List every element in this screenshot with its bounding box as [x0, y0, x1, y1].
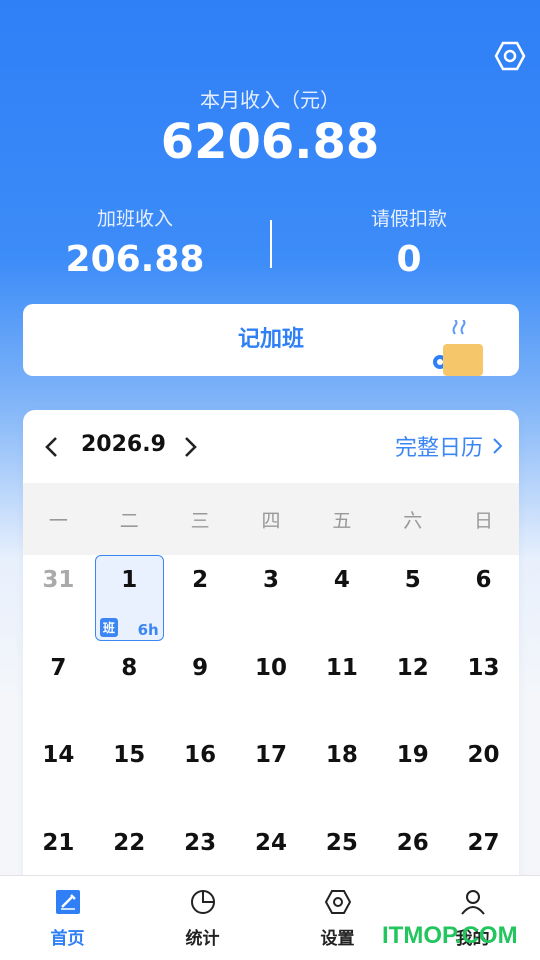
day-number: 11	[325, 654, 358, 681]
tab-home-label: 首页	[50, 929, 85, 949]
calendar-day[interactable]: 8	[94, 643, 165, 731]
day-number: 3	[262, 567, 279, 593]
watermark-text: ITMOP.COM	[382, 922, 518, 949]
calendar-day[interactable]: 14	[23, 730, 94, 818]
edit-icon	[55, 890, 80, 914]
calendar-header: 2026.9 完整日历	[23, 410, 519, 483]
day-number: 27	[467, 829, 500, 856]
full-calendar-label: 完整日历	[394, 436, 483, 461]
chevron-right-icon	[185, 437, 197, 457]
record-overtime-button[interactable]: 记加班	[23, 304, 519, 376]
calendar-month: 2026.9	[81, 432, 166, 457]
weekday-label: 五	[332, 509, 352, 532]
leave-deduction-stat: 请假扣款 0	[274, 204, 540, 280]
day-number: 15	[113, 742, 146, 768]
weekday-label: 日	[474, 509, 494, 532]
next-month-button[interactable]	[175, 432, 205, 462]
hexagon-settings-icon	[494, 41, 526, 71]
day-number: 10	[254, 654, 287, 681]
day-number: 8	[121, 654, 138, 681]
settings-button[interactable]	[492, 38, 528, 74]
calendar-day[interactable]: 6	[448, 555, 519, 643]
weekday-label: 二	[119, 509, 139, 532]
tab-statistics-label: 统计	[185, 929, 220, 949]
day-number: 17	[254, 742, 287, 768]
day-number: 22	[113, 829, 146, 856]
day-number: 24	[254, 829, 287, 856]
day-number: 31	[42, 567, 75, 593]
tab-home[interactable]: 首页	[0, 876, 135, 960]
pie-chart-icon	[190, 890, 215, 914]
calendar-day[interactable]: 15	[94, 730, 165, 818]
calendar-card: 2026.9 完整日历 一二三四五六日 31 1 班 6h 2 3 4 5 6 7 8 9 10 11 12…	[23, 410, 519, 890]
month-income-label: 本月收入（元）	[200, 88, 340, 112]
calendar-day[interactable]: 5	[377, 555, 448, 643]
stat-divider	[270, 220, 272, 268]
hexagon-settings-icon	[324, 890, 351, 914]
calendar-day[interactable]: 11	[306, 643, 377, 731]
calendar-day[interactable]: 1 班 6h	[94, 555, 165, 643]
day-number: 4	[333, 567, 350, 593]
leave-deduction-value: 0	[396, 239, 422, 280]
weekday-label: 三	[190, 509, 210, 532]
weekday-row: 一二三四五六日	[23, 483, 519, 555]
tab-statistics[interactable]: 统计	[135, 876, 270, 960]
day-number: 23	[184, 829, 217, 856]
month-income-value: 6206.88	[160, 114, 380, 170]
overtime-income-stat: 加班收入 206.88	[0, 204, 270, 280]
day-number: 18	[325, 742, 358, 768]
calendar-day[interactable]: 16	[165, 730, 236, 818]
overtime-income-label: 加班收入	[96, 208, 173, 230]
day-number: 21	[42, 829, 75, 856]
calendar-day[interactable]: 9	[165, 643, 236, 731]
day-number: 26	[396, 829, 429, 856]
day-number: 25	[325, 829, 358, 856]
calendar-grid: 31 1 班 6h 2 3 4 5 6 7 8 9 10 11 12 13 14 15 16 17 18 19 20 21 22…	[23, 555, 519, 890]
day-number: 14	[42, 742, 75, 768]
weekday-label: 四	[261, 509, 281, 532]
day-number: 19	[396, 742, 429, 768]
day-number: 7	[50, 654, 67, 681]
prev-month-button[interactable]	[37, 432, 67, 462]
calendar-day[interactable]: 13	[448, 643, 519, 731]
user-icon	[460, 890, 485, 915]
calendar-day[interactable]: 18	[306, 730, 377, 818]
calendar-day[interactable]: 7	[23, 643, 94, 731]
full-calendar-link[interactable]: 完整日历	[395, 430, 503, 462]
weekday-label: 六	[403, 509, 423, 532]
calendar-day[interactable]: 4	[306, 555, 377, 643]
calendar-day[interactable]: 2	[165, 555, 236, 643]
calendar-day[interactable]: 19	[377, 730, 448, 818]
day-number: 12	[396, 654, 429, 681]
day-number: 16	[184, 742, 217, 768]
day-number: 6	[475, 567, 492, 593]
calendar-day[interactable]: 20	[448, 730, 519, 818]
calendar-day[interactable]: 31	[23, 555, 94, 643]
overtime-hours: 6h	[137, 620, 159, 639]
overtime-income-value: 206.88	[65, 239, 205, 280]
tab-settings-label: 设置	[320, 929, 355, 949]
calendar-day[interactable]: 12	[377, 643, 448, 731]
calendar-day[interactable]: 10	[236, 643, 307, 731]
day-number: 20	[467, 742, 500, 768]
day-number: 9	[192, 654, 209, 681]
day-number: 1	[121, 567, 138, 593]
day-number: 2	[192, 567, 209, 593]
day-number: 13	[467, 654, 500, 681]
chevron-right-icon	[493, 438, 503, 454]
calendar-day[interactable]: 3	[236, 555, 307, 643]
weekday-label: 一	[48, 509, 68, 532]
day-number: 5	[404, 567, 421, 593]
coffee-cup-icon	[433, 320, 483, 376]
calendar-day[interactable]: 17	[236, 730, 307, 818]
leave-deduction-label: 请假扣款	[370, 208, 447, 230]
chevron-left-icon	[45, 437, 57, 457]
overtime-tag: 班	[99, 617, 118, 637]
